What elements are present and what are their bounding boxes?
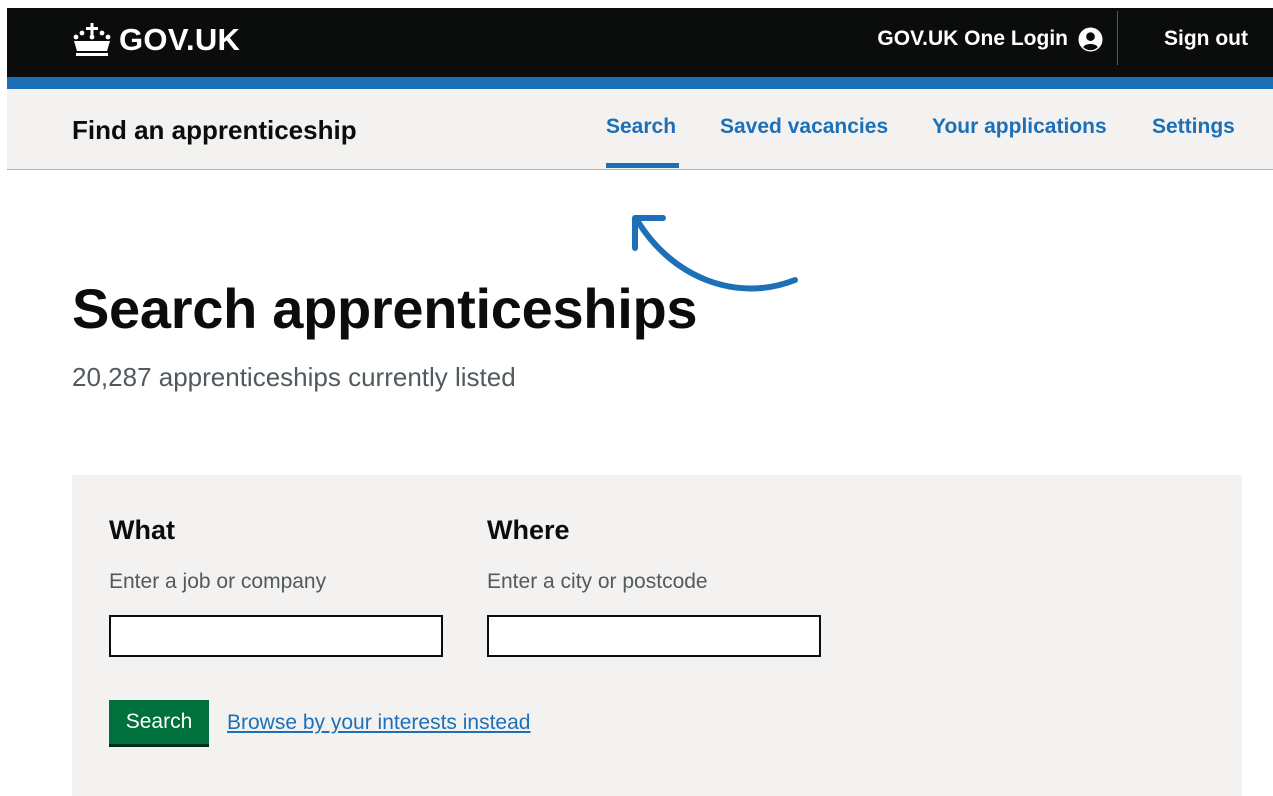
nav-item-search[interactable]: Search [606, 115, 676, 139]
sign-out-link[interactable]: Sign out [1164, 21, 1248, 57]
vacancy-count: 20,287 apprenticeships currently listed [72, 362, 516, 392]
what-label: What [109, 515, 175, 545]
service-navigation: Find an apprenticeship Search Saved vaca… [7, 89, 1273, 170]
page: GOV.UK GOV.UK One Login Sign out Find an… [7, 8, 1273, 796]
browse-interests-link[interactable]: Browse by your interests instead [227, 711, 530, 735]
govuk-header: GOV.UK GOV.UK One Login Sign out [7, 8, 1273, 77]
logo-text: GOV.UK [119, 22, 241, 57]
where-input[interactable] [487, 615, 821, 657]
sign-out-label: Sign out [1164, 27, 1248, 50]
search-panel: What Enter a job or company Where Enter … [72, 475, 1242, 796]
search-button[interactable]: Search [109, 700, 209, 744]
where-hint: Enter a city or postcode [487, 570, 708, 593]
one-login-link[interactable]: GOV.UK One Login [877, 21, 1103, 57]
service-name[interactable]: Find an apprenticeship [72, 115, 357, 146]
header-divider [1117, 11, 1118, 65]
crown-icon [73, 23, 111, 56]
page-title: Search apprenticeships [72, 277, 698, 340]
one-login-label: GOV.UK One Login [877, 27, 1068, 50]
nav-item-settings[interactable]: Settings [1152, 115, 1235, 139]
user-icon [1078, 26, 1103, 52]
nav-item-saved-vacancies[interactable]: Saved vacancies [720, 115, 888, 139]
govuk-logo-link[interactable]: GOV.UK [71, 20, 240, 60]
header-accent-bar [7, 77, 1273, 89]
what-hint: Enter a job or company [109, 570, 327, 593]
nav-item-your-applications[interactable]: Your applications [932, 115, 1107, 139]
what-input[interactable] [109, 615, 443, 657]
active-nav-indicator [606, 163, 679, 168]
where-label: Where [487, 515, 570, 545]
